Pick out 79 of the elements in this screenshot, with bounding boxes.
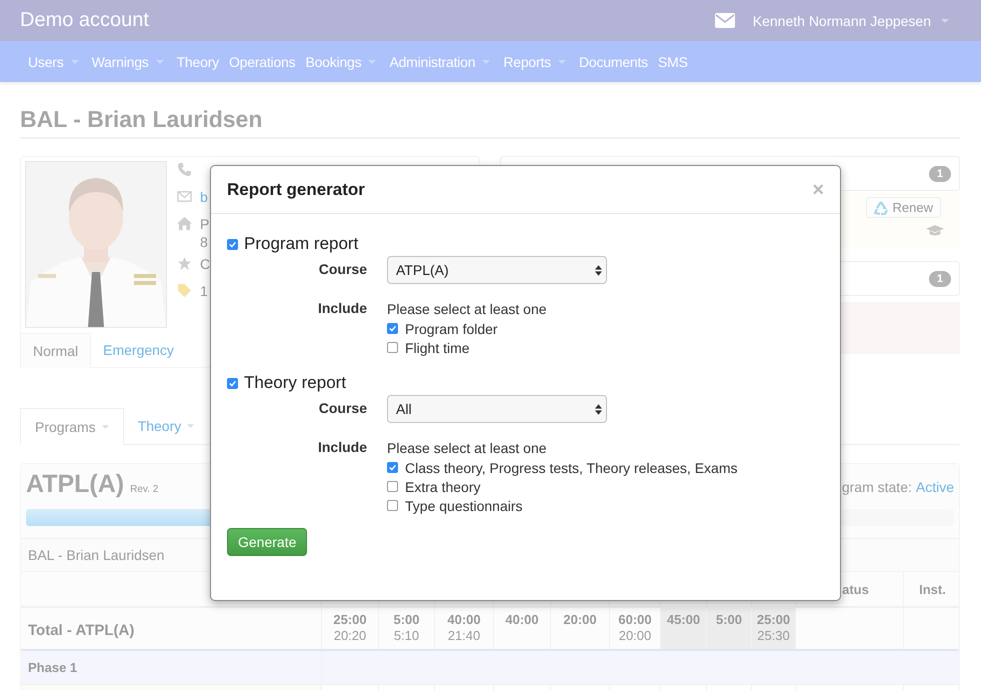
caret-icon [187, 424, 194, 428]
recycle-icon [874, 200, 888, 214]
generate-button[interactable]: Generate [227, 528, 308, 556]
checkbox[interactable] [387, 500, 398, 511]
checkbox-label: Program folder [405, 320, 498, 336]
state-link[interactable]: Active [916, 479, 954, 495]
nav-item[interactable]: Operations [228, 54, 296, 70]
table-cell-text: Total - ATPL(A) [27, 621, 136, 639]
table-cell: 45:00 [660, 608, 706, 649]
phase-label: Phase 1 [27, 660, 78, 675]
dialog-title: Report generator [227, 180, 365, 200]
nav-item[interactable]: Users [28, 54, 64, 70]
nav-item[interactable]: Bookings [305, 54, 362, 70]
mail-icon[interactable] [714, 13, 735, 28]
table-cell: 25:00 25:30 [751, 608, 795, 649]
star-icon [177, 256, 192, 271]
program-title: ATPL(A) [26, 470, 124, 499]
checkbox[interactable] [227, 378, 238, 388]
checkbox-label: Extra theory [405, 478, 480, 494]
caret-icon [941, 18, 949, 22]
checkbox-label: Flight time [405, 340, 470, 356]
contact-text: C [200, 255, 210, 273]
phone-icon [177, 162, 192, 177]
count-badge: 1 [928, 270, 951, 286]
course-select[interactable]: ATPL(A) [387, 256, 607, 284]
tag-icon [177, 283, 192, 298]
nav-item[interactable]: Reports [503, 54, 551, 70]
table-cell: 20:00 [550, 608, 609, 649]
contact-text: 1 [200, 282, 208, 300]
page-title: BAL - Brian Lauridsen [20, 106, 960, 139]
user-menu[interactable]: Kenneth Normann Jeppesen [752, 12, 931, 28]
updown-arrows-icon [595, 404, 602, 414]
updown-arrows-icon [595, 264, 602, 276]
nav-item[interactable]: Documents [578, 54, 648, 70]
table-cell: 25:00 20:20 [321, 608, 378, 649]
contact-text: 8 [200, 233, 209, 251]
hint-text: Please select at least one [387, 300, 548, 319]
house-icon [177, 216, 192, 231]
checkbox-label: Type questionnairs [405, 498, 523, 514]
field-label: Include [316, 439, 367, 457]
table-cell: 5:00 5:10 [378, 608, 434, 649]
renew-button[interactable]: Renew [866, 197, 941, 218]
tab[interactable]: Normal [20, 333, 92, 368]
field-label: Course [318, 260, 367, 279]
count-badge: 1 [928, 166, 951, 182]
tab[interactable]: Programs [20, 408, 124, 445]
table-cell: 5:00 [706, 608, 751, 649]
column-header: Inst. [919, 582, 946, 596]
checkbox[interactable] [387, 462, 398, 473]
student-name: BAL - Brian Lauridsen [27, 547, 164, 563]
course-select[interactable]: All [387, 395, 607, 423]
nav-item[interactable]: SMS [658, 54, 688, 70]
nav-item[interactable]: Theory [176, 54, 219, 70]
tab[interactable]: Emergency [91, 333, 186, 368]
revision-label: Rev. 2 [130, 484, 158, 495]
envelope-icon [177, 189, 192, 204]
close-button[interactable]: × [810, 180, 826, 200]
brand-name[interactable]: Demo account [20, 9, 149, 32]
caret-icon [102, 424, 109, 428]
nav-item[interactable]: Administration [389, 54, 476, 70]
checkbox[interactable] [227, 238, 238, 250]
hint-text: Please select at least one [387, 439, 548, 458]
field-label: Include [316, 300, 367, 318]
checkbox[interactable] [387, 323, 398, 334]
table-cell: 40:00 21:40 [434, 608, 493, 649]
email-link[interactable]: b [200, 188, 208, 206]
table-cell: 40:00 [493, 608, 550, 649]
checkbox[interactable] [387, 481, 398, 492]
checkbox-label: Program report [244, 234, 358, 254]
column-header: atus [842, 582, 869, 596]
checkbox-label: Class theory, Progress tests, Theory releases, Exams [405, 460, 738, 476]
graduation-cap-icon [926, 224, 944, 237]
tab[interactable]: Theory [124, 408, 208, 444]
checkbox-label: Theory report [244, 373, 346, 393]
nav-item[interactable]: Warnings [92, 54, 149, 70]
contact-text: P [200, 215, 210, 233]
checkbox[interactable] [387, 342, 398, 353]
state-label: gram state: [842, 479, 912, 495]
field-label: Course [318, 399, 367, 418]
